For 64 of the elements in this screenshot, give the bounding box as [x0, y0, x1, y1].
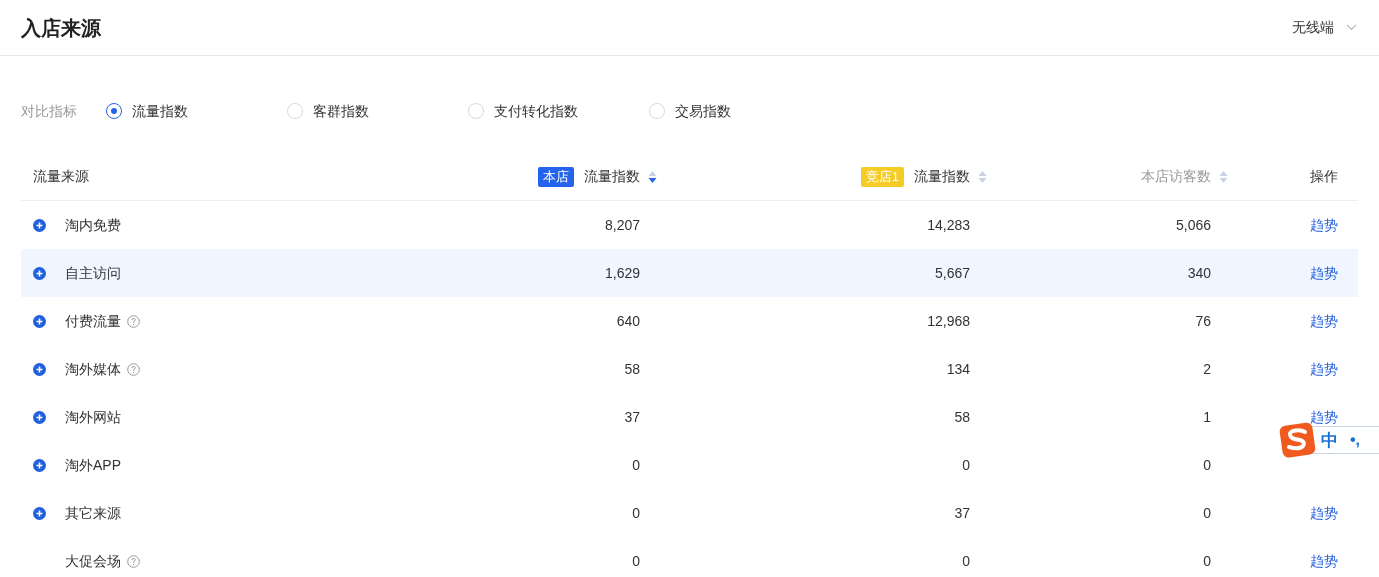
source-name: 付费流量: [65, 311, 121, 331]
metric-radio[interactable]: 交易指数: [649, 100, 830, 122]
expand-plus-icon[interactable]: [33, 410, 46, 424]
table-cell-text: 0: [632, 503, 640, 523]
expand-plus-icon[interactable]: [33, 506, 46, 520]
table-cell-text: 2: [1203, 359, 1211, 379]
table-cell-text: 0: [962, 551, 970, 571]
source-name: 淘内免费: [65, 215, 121, 235]
column-header: 流量指数: [914, 167, 970, 186]
source-name: 自主访问: [65, 263, 121, 283]
table-cell-text: 37: [954, 503, 970, 523]
table-cell-text: 58: [624, 359, 640, 379]
source-name: 其它来源: [65, 503, 121, 523]
metric-radio[interactable]: 客群指数: [287, 100, 468, 122]
source-name: 大促会场: [65, 551, 121, 571]
expand-plus-icon[interactable]: [33, 458, 46, 472]
table-cell-text: 12,968: [927, 311, 970, 331]
column-header: 流量来源: [33, 167, 89, 186]
chevron-down-icon: [1346, 24, 1357, 31]
table-cell-text: 640: [616, 311, 640, 331]
store-tag: 本店: [538, 166, 574, 187]
table-cell-text: 8,207: [604, 215, 640, 235]
page-title: 入店来源: [21, 15, 101, 41]
trend-link[interactable]: 趋势: [1310, 358, 1338, 380]
table-cell-text: 0: [632, 551, 640, 571]
table-cell-text: 37: [624, 407, 640, 427]
trend-link[interactable]: 趋势: [1310, 214, 1338, 236]
table-cell-text: 340: [1187, 263, 1211, 283]
trend-link[interactable]: 趋势: [1310, 262, 1338, 284]
trend-link[interactable]: 趋势: [1310, 502, 1338, 524]
column-header: 操作: [1310, 167, 1338, 186]
ime-logo-icon: [1278, 422, 1318, 458]
table-cell-text: 0: [1203, 503, 1211, 523]
compare-label: 对比指标: [21, 101, 78, 121]
expand-plus-icon[interactable]: [33, 314, 46, 328]
source-name: 淘外媒体: [65, 359, 121, 379]
table-cell-text: 134: [946, 359, 970, 379]
table-cell-text: 0: [1203, 551, 1211, 571]
column-header: 本店访客数: [1141, 167, 1211, 186]
sort-icon[interactable]: [648, 169, 657, 184]
table-cell-text: 5,667: [934, 263, 970, 283]
source-name: 淘外APP: [65, 455, 121, 475]
trend-link[interactable]: 趋势: [1310, 310, 1338, 332]
ime-mode[interactable]: 中: [1321, 431, 1338, 449]
store-tag: 竞店1: [860, 166, 904, 187]
source-name: 淘外网站: [65, 407, 121, 427]
table-cell-text: 1,629: [604, 263, 640, 283]
table-cell-text: 0: [1203, 455, 1211, 475]
table-cell-text: 0: [632, 455, 640, 475]
column-header: 流量指数: [584, 167, 640, 186]
table-cell-text: 76: [1195, 311, 1211, 331]
expand-plus-icon[interactable]: [33, 218, 46, 232]
table-cell-text: 5,066: [1175, 215, 1211, 235]
ime-punctuation[interactable]: •,: [1350, 432, 1361, 448]
platform-dropdown[interactable]: 无线端: [1292, 17, 1357, 38]
table-cell-text: 14,283: [927, 215, 970, 235]
expand-plus-icon[interactable]: [33, 362, 46, 376]
metric-radio[interactable]: 流量指数: [106, 100, 287, 122]
table-cell-text: 0: [962, 455, 970, 475]
table-cell-text: 58: [954, 407, 970, 427]
trend-link[interactable]: 趋势: [1310, 550, 1338, 572]
table-cell-text: 1: [1203, 407, 1211, 427]
metric-radio[interactable]: 支付转化指数: [468, 100, 649, 122]
expand-plus-icon[interactable]: [33, 266, 46, 280]
